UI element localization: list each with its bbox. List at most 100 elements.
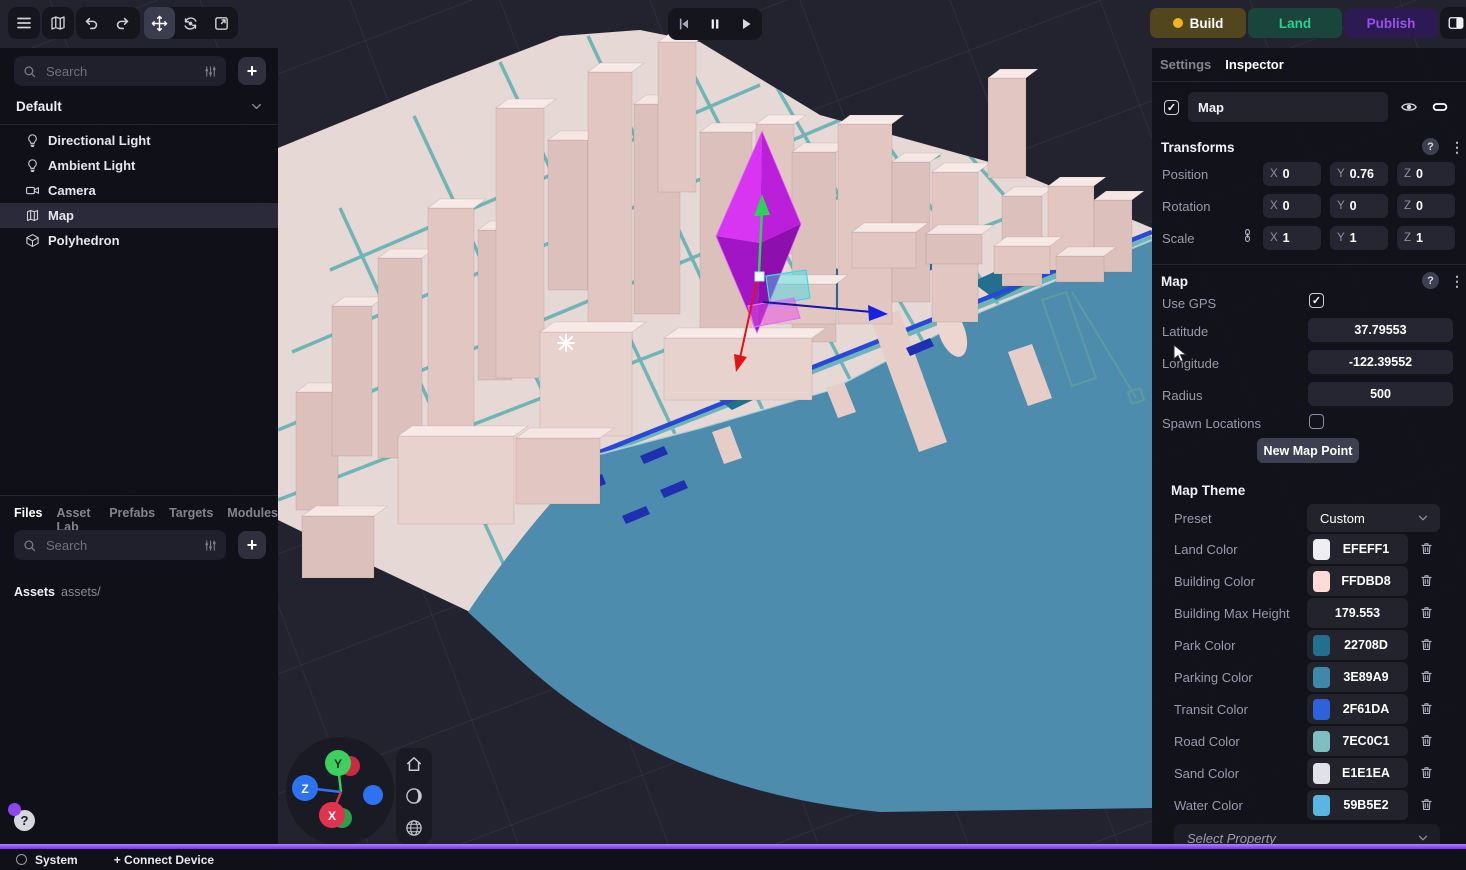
transforms-menu-icon[interactable]: ⋮ — [1450, 140, 1464, 154]
land-color-input[interactable]: EFEFF1 — [1307, 534, 1408, 564]
entity-name-input[interactable] — [1188, 92, 1388, 122]
filter-sliders-icon[interactable] — [203, 64, 218, 79]
globe-icon[interactable] — [399, 813, 429, 843]
trash-icon[interactable] — [1419, 605, 1434, 620]
position-x-input[interactable]: X0 — [1263, 162, 1321, 186]
entity-enabled-checkbox[interactable]: ✓ — [1164, 100, 1179, 115]
skip-back-button[interactable] — [676, 16, 692, 32]
publish-mode-button[interactable]: Publish — [1344, 8, 1438, 38]
map-menu-icon[interactable]: ⋮ — [1450, 274, 1464, 288]
eye-visibility-icon[interactable] — [1400, 98, 1418, 116]
rotation-x-input[interactable]: X0 — [1263, 194, 1321, 218]
assets-search[interactable] — [14, 530, 226, 560]
trash-icon[interactable] — [1419, 701, 1434, 716]
rotation-y-input[interactable]: Y0 — [1330, 194, 1388, 218]
move-icon — [151, 15, 168, 32]
system-status-label[interactable]: System — [35, 853, 78, 867]
add-asset-button[interactable]: + — [238, 531, 266, 559]
pause-button[interactable] — [707, 16, 723, 32]
hierarchy-search-input[interactable] — [44, 63, 196, 80]
new-map-point-button[interactable]: New Map Point — [1257, 438, 1359, 463]
skip-back-icon — [676, 16, 692, 32]
hierarchy-item-polyhedron[interactable]: Polyhedron — [0, 228, 278, 253]
trash-icon[interactable] — [1419, 573, 1434, 588]
assets-path[interactable]: assets/ — [61, 585, 101, 599]
transit-color-input[interactable]: 2F61DA — [1307, 694, 1408, 724]
build-mode-button[interactable]: Build — [1150, 8, 1246, 38]
play-button[interactable] — [738, 16, 754, 32]
rotation-z-input[interactable]: Z0 — [1397, 194, 1455, 218]
filter-sliders-icon[interactable] — [203, 538, 218, 553]
longitude-input[interactable]: -122.39552 — [1308, 350, 1453, 374]
scale-z-input[interactable]: Z1 — [1397, 226, 1455, 250]
hierarchy-group-row[interactable]: Default — [0, 92, 278, 120]
map-help-icon[interactable]: ? — [1422, 272, 1439, 289]
connect-device-button[interactable]: + Connect Device — [114, 853, 214, 867]
undo-icon — [83, 15, 100, 32]
trash-icon[interactable] — [1419, 797, 1434, 812]
water-color-label: Water Color — [1174, 798, 1243, 813]
road-color-input[interactable]: 7EC0C1 — [1307, 726, 1408, 756]
land-color-label: Land Color — [1174, 542, 1238, 557]
hierarchy-item-ambient-light[interactable]: Ambient Light — [0, 153, 278, 178]
svg-text:X: X — [328, 809, 336, 823]
viewport-mini-toolbar — [396, 748, 432, 844]
scale-tool-button[interactable] — [206, 7, 237, 39]
color-swatch[interactable] — [1313, 571, 1330, 592]
hierarchy-search[interactable] — [14, 56, 226, 86]
toggle-panel-button[interactable] — [1440, 7, 1466, 39]
scale-y-input[interactable]: Y1 — [1330, 226, 1388, 250]
color-swatch[interactable] — [1313, 795, 1330, 816]
position-y-input[interactable]: Y0.76 — [1330, 162, 1388, 186]
color-swatch[interactable] — [1313, 731, 1330, 752]
undo-button[interactable] — [76, 7, 107, 39]
orientation-gizmo[interactable]: Y Z X — [280, 732, 404, 852]
add-entity-button[interactable]: + — [238, 57, 266, 85]
home-icon[interactable] — [399, 749, 429, 779]
sand-color-label: Sand Color — [1174, 766, 1239, 781]
trash-icon[interactable] — [1419, 733, 1434, 748]
trash-icon[interactable] — [1419, 541, 1434, 556]
tab-settings[interactable]: Settings — [1160, 57, 1211, 72]
assets-search-input[interactable] — [44, 537, 196, 554]
map-icon — [49, 14, 67, 32]
frame-icon — [213, 15, 230, 32]
building-color-input[interactable]: FFDBD8 — [1307, 566, 1408, 596]
parking-color-input[interactable]: 3E89A9 — [1307, 662, 1408, 692]
transforms-help-icon[interactable]: ? — [1422, 138, 1439, 155]
trash-icon[interactable] — [1419, 765, 1434, 780]
moon-icon[interactable] — [399, 781, 429, 811]
capsule-icon[interactable] — [1430, 98, 1450, 116]
spawn-locations-checkbox[interactable] — [1309, 414, 1324, 429]
scale-link-icon[interactable] — [1240, 228, 1255, 243]
redo-button[interactable] — [107, 7, 138, 39]
building-max-height-input[interactable]: 179.553 — [1307, 598, 1408, 628]
color-swatch[interactable] — [1313, 699, 1330, 720]
color-swatch[interactable] — [1313, 763, 1330, 784]
map-section-title: Map — [1161, 274, 1188, 289]
park-color-input[interactable]: 22708D — [1307, 630, 1408, 660]
scale-x-input[interactable]: X1 — [1263, 226, 1321, 250]
rotate-tool-button[interactable] — [175, 7, 206, 39]
color-swatch[interactable] — [1313, 635, 1330, 656]
water-color-input[interactable]: 59B5E2 — [1307, 790, 1408, 820]
move-tool-button[interactable] — [144, 7, 175, 39]
radius-input[interactable]: 500 — [1308, 382, 1453, 406]
color-swatch[interactable] — [1313, 667, 1330, 688]
trash-icon[interactable] — [1419, 669, 1434, 684]
preset-dropdown[interactable]: Custom — [1307, 504, 1440, 532]
tab-inspector[interactable]: Inspector — [1225, 57, 1284, 72]
hierarchy-item-map[interactable]: Map — [0, 203, 278, 228]
map-mode-button[interactable] — [42, 7, 74, 39]
latitude-input[interactable]: 37.79553 — [1308, 318, 1453, 342]
hierarchy-item-directional-light[interactable]: Directional Light — [0, 128, 278, 153]
hierarchy-item-camera[interactable]: Camera — [0, 178, 278, 203]
tab-modules[interactable]: Modules — [227, 506, 278, 534]
land-mode-button[interactable]: Land — [1248, 8, 1342, 38]
color-swatch[interactable] — [1313, 539, 1330, 560]
trash-icon[interactable] — [1419, 637, 1434, 652]
main-menu-button[interactable] — [8, 7, 40, 39]
sand-color-input[interactable]: E1E1EA — [1307, 758, 1408, 788]
use-gps-checkbox[interactable]: ✓ — [1309, 293, 1324, 308]
position-z-input[interactable]: Z0 — [1397, 162, 1455, 186]
